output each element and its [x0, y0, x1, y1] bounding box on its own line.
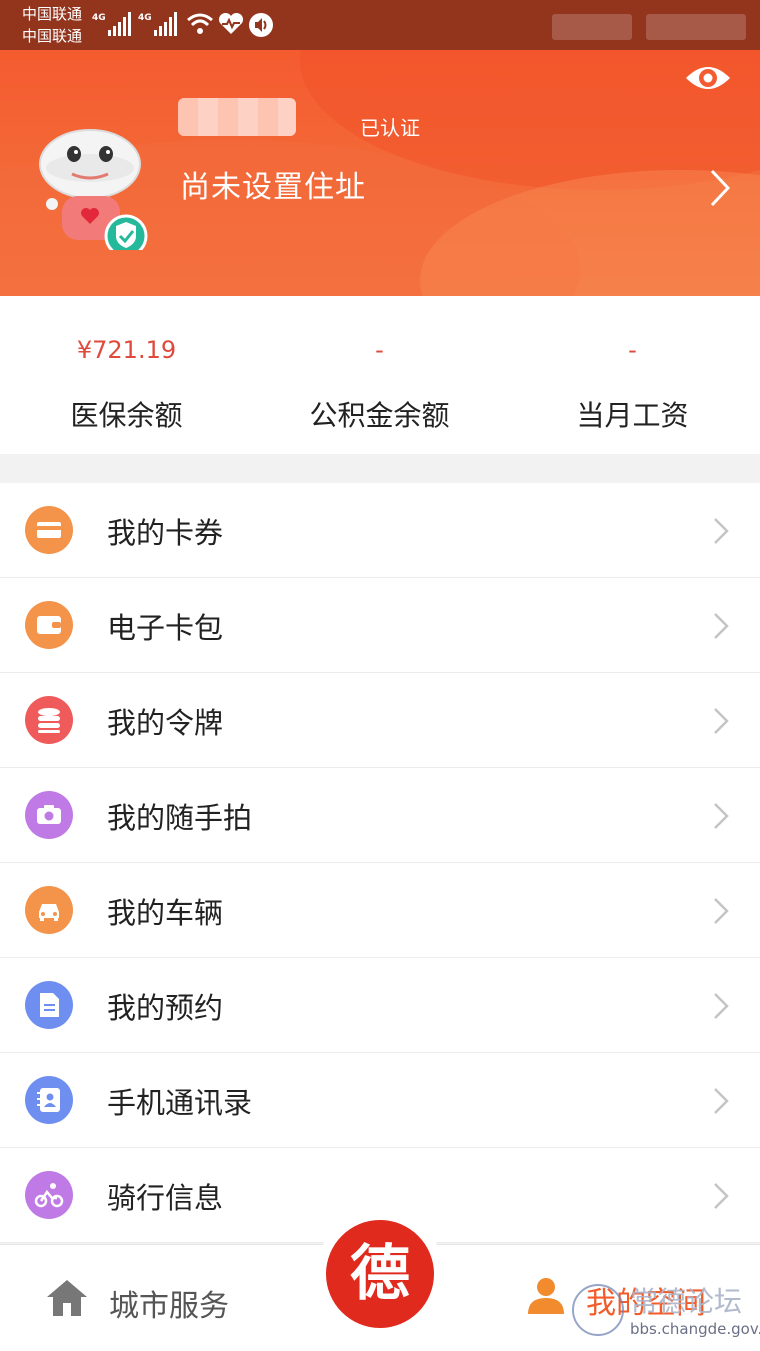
chevron-right-icon — [714, 803, 729, 829]
chevron-right-icon — [714, 613, 729, 639]
menu-item-my-appointments[interactable]: 我的预约 — [0, 958, 760, 1053]
chevron-right-icon — [714, 1183, 729, 1209]
wallet-icon — [25, 601, 73, 649]
menu-item-phone-contacts[interactable]: 手机通讯录 — [0, 1053, 760, 1148]
menu-item-snapshot[interactable]: 我的随手拍 — [0, 768, 760, 863]
volume-icon — [249, 13, 273, 37]
balance-summary: ¥721.19 医保余额 - 公积金余额 - 当月工资 — [0, 296, 760, 454]
user-name-blurred — [178, 98, 296, 136]
token-stack-icon — [25, 696, 73, 744]
chevron-right-icon — [714, 518, 729, 544]
menu-item-label: 我的预约 — [107, 991, 224, 1025]
menu-item-my-vehicles[interactable]: 我的车辆 — [0, 863, 760, 958]
menu-item-label: 骑行信息 — [107, 1181, 224, 1215]
contacts-icon — [25, 1076, 73, 1124]
balance-label: 医保余额 — [70, 399, 183, 432]
watermark-seal-icon — [572, 1284, 624, 1336]
balance-medical-insurance[interactable]: ¥721.19 医保余额 — [0, 296, 253, 454]
menu-item-my-token[interactable]: 我的令牌 — [0, 673, 760, 768]
user-icon — [528, 1278, 564, 1314]
document-icon — [25, 981, 73, 1029]
carrier-label-1: 中国联通 — [22, 5, 83, 23]
balance-monthly-salary[interactable]: - 当月工资 — [506, 296, 759, 454]
tab-city-services[interactable]: 城市服务 — [44, 1269, 264, 1329]
avatar[interactable] — [36, 126, 152, 250]
signal-strength-icon-2: 4G — [138, 12, 180, 36]
chevron-right-icon — [714, 708, 729, 734]
balance-label: 当月工资 — [576, 399, 689, 432]
menu-item-my-coupons[interactable]: 我的卡券 — [0, 483, 760, 578]
menu-item-label: 手机通讯录 — [107, 1086, 253, 1120]
bicycle-icon — [25, 1171, 73, 1219]
menu-item-label: 我的车辆 — [107, 896, 224, 930]
menu-item-label: 我的随手拍 — [107, 801, 253, 835]
watermark-title: 常德论坛 — [630, 1285, 743, 1318]
address-text[interactable]: 尚未设置住址 — [180, 162, 366, 206]
menu-list: 我的卡券 电子卡包 我的令牌 我的随手拍 我的车辆 我的预约 手机通讯录 骑行信… — [0, 483, 760, 1243]
app-screen: 中国联通 中国联通 4G 4G 已认证 尚未设置住址 ¥721.19 医保余额 … — [0, 0, 760, 1351]
signal-strength-icon-1: 4G — [92, 12, 132, 36]
card-icon — [25, 506, 73, 554]
balance-label: 公积金余额 — [309, 399, 450, 432]
forum-watermark: 常德论坛 bbs.changde.gov.cn — [572, 1280, 760, 1344]
health-heart-icon — [218, 12, 244, 34]
center-logo: 德 — [326, 1220, 434, 1328]
carrier-label-2: 中国联通 — [22, 27, 83, 45]
menu-item-e-card-wallet[interactable]: 电子卡包 — [0, 578, 760, 673]
wifi-icon — [187, 13, 213, 34]
car-icon — [25, 886, 73, 934]
balance-value: ¥721.19 — [76, 336, 177, 364]
status-bar: 中国联通 中国联通 4G 4G — [0, 0, 760, 50]
watermark-url: bbs.changde.gov.cn — [630, 1320, 760, 1338]
balance-value: - — [628, 336, 637, 364]
blurred-status-info — [552, 14, 632, 40]
center-home-button[interactable]: 德 — [316, 1210, 444, 1338]
chevron-right-icon[interactable] — [708, 168, 732, 208]
profile-header: 已认证 尚未设置住址 — [0, 50, 760, 296]
home-icon — [47, 1280, 87, 1316]
blurred-status-info — [646, 14, 746, 40]
chevron-right-icon — [714, 1088, 729, 1114]
tab-label: 城市服务 — [109, 1289, 229, 1324]
verified-label: 已认证 — [360, 116, 420, 140]
menu-item-label: 我的令牌 — [107, 706, 224, 740]
menu-item-label: 我的卡券 — [107, 516, 224, 550]
chevron-right-icon — [714, 993, 729, 1019]
chevron-right-icon — [714, 898, 729, 924]
eye-toggle-icon[interactable] — [684, 60, 732, 96]
balance-value: - — [375, 336, 384, 364]
menu-item-label: 电子卡包 — [107, 611, 224, 645]
camera-icon — [25, 791, 73, 839]
balance-housing-fund[interactable]: - 公积金余额 — [253, 296, 506, 454]
